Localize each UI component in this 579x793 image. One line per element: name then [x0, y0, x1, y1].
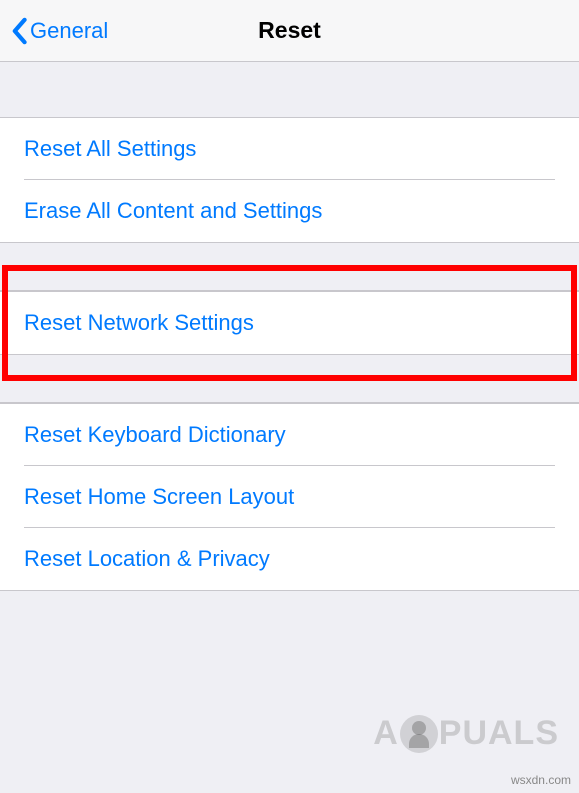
row-label: Reset All Settings	[24, 118, 555, 180]
reset-all-settings-row[interactable]: Reset All Settings	[0, 118, 579, 180]
navigation-bar: General Reset	[0, 0, 579, 62]
section-spacer	[0, 355, 579, 403]
reset-network-settings-row[interactable]: Reset Network Settings	[0, 292, 579, 354]
section-spacer	[0, 62, 579, 118]
attribution-text: wsxdn.com	[511, 773, 571, 787]
person-icon	[400, 715, 438, 753]
settings-group: Reset Keyboard Dictionary Reset Home Scr…	[0, 403, 579, 591]
row-label: Reset Location & Privacy	[24, 528, 555, 590]
chevron-left-icon	[10, 17, 28, 45]
watermark-text: PUALS	[439, 714, 559, 753]
reset-location-privacy-row[interactable]: Reset Location & Privacy	[0, 528, 579, 590]
row-label: Reset Home Screen Layout	[24, 466, 555, 528]
reset-keyboard-dictionary-row[interactable]: Reset Keyboard Dictionary	[0, 404, 579, 466]
erase-all-content-row[interactable]: Erase All Content and Settings	[0, 180, 579, 242]
settings-group: Reset Network Settings	[0, 291, 579, 355]
row-label: Reset Network Settings	[24, 292, 555, 354]
reset-home-screen-layout-row[interactable]: Reset Home Screen Layout	[0, 466, 579, 528]
section-spacer	[0, 243, 579, 291]
settings-group: Reset All Settings Erase All Content and…	[0, 118, 579, 243]
back-button[interactable]: General	[0, 17, 108, 45]
highlighted-group-wrapper: Reset Network Settings	[0, 291, 579, 355]
row-label: Reset Keyboard Dictionary	[24, 404, 555, 466]
watermark-text: A	[373, 714, 399, 753]
watermark-logo: A PUALS	[373, 714, 559, 753]
row-label: Erase All Content and Settings	[24, 180, 555, 242]
back-label: General	[30, 18, 108, 44]
